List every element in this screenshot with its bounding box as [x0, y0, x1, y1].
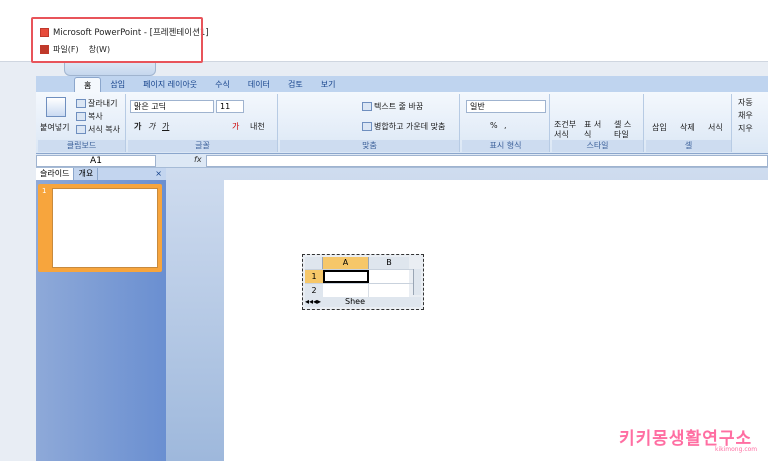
phonetic-button[interactable]: 내천 — [250, 121, 265, 132]
cells-label: 셀 — [646, 140, 731, 152]
embedded-excel-object[interactable]: A B 1 2 ◂◂◂▸ Shee — [302, 254, 424, 310]
cut-button[interactable]: 잘라내기 — [76, 98, 117, 109]
format-painter-button[interactable]: 서식 복사 — [76, 124, 120, 135]
comma-button[interactable]: , — [504, 121, 507, 130]
slide-canvas[interactable] — [224, 180, 768, 461]
wrap-text-button[interactable]: 텍스트 줄 바꿈 — [362, 101, 423, 112]
sheet-tab-bar: ◂◂◂▸ Shee — [305, 297, 421, 307]
ribbon-tabs: 홈 삽입 페이지 레이아웃 수식 데이터 검토 보기 — [36, 76, 768, 92]
vertical-scrollbar[interactable] — [413, 269, 421, 295]
group-font: 맑은 고딕 11 가 가 가 가 내천 글꼴 — [128, 94, 278, 152]
pane-tabs: 슬라이드 개요 × — [36, 168, 166, 180]
table-row: 2 — [305, 283, 421, 297]
highlight-box — [31, 17, 203, 63]
group-clipboard: 붙여넣기 잘라내기 복사 서식 복사 클립보드 — [38, 94, 126, 152]
brush-icon — [76, 125, 86, 134]
insert-cells-button[interactable]: 삽입 — [652, 122, 667, 133]
pane-close-icon[interactable]: × — [155, 168, 166, 180]
merge-icon — [362, 122, 372, 131]
formula-input[interactable] — [206, 155, 768, 167]
clear-button[interactable]: 지우 — [738, 122, 753, 135]
copy-icon — [76, 112, 86, 121]
thumbnail-canvas — [52, 188, 158, 268]
underline-button[interactable]: 가 — [162, 121, 169, 132]
editing-group: 자동 채우 지우 — [738, 96, 753, 135]
percent-button[interactable]: % — [490, 121, 498, 130]
row-2-header[interactable]: 2 — [305, 284, 323, 297]
scissors-icon — [76, 99, 86, 108]
autosum-button[interactable]: 자동 — [738, 96, 753, 109]
slide-thumbnail[interactable]: 1 — [38, 184, 162, 272]
ribbon: 붙여넣기 잘라내기 복사 서식 복사 클립보드 맑은 고딕 11 가 가 가 가… — [36, 92, 768, 154]
fx-icon[interactable]: fx — [194, 155, 202, 164]
font-label: 글꼴 — [128, 140, 277, 152]
select-all-corner[interactable] — [305, 257, 323, 269]
clipboard-label: 클립보드 — [38, 140, 125, 152]
tab-data[interactable]: 데이터 — [239, 77, 279, 92]
fill-button[interactable]: 채우 — [738, 109, 753, 122]
formula-bar: A1 fx — [36, 154, 768, 168]
styles-label: 스타일 — [552, 140, 643, 152]
slide-number: 1 — [42, 187, 47, 195]
row-1-header[interactable]: 1 — [305, 270, 323, 283]
group-styles: 조건부 서식 표 서식 셀 스타일 스타일 — [552, 94, 644, 152]
merge-center-button[interactable]: 병합하고 가운데 맞춤 — [362, 121, 445, 132]
tab-formulas[interactable]: 수식 — [206, 77, 239, 92]
number-format-combo[interactable]: 일반 — [466, 100, 546, 113]
tab-insert[interactable]: 삽입 — [101, 77, 134, 92]
number-label: 표시 형식 — [462, 140, 549, 152]
cell-a1[interactable] — [323, 270, 369, 283]
tab-page-layout[interactable]: 페이지 레이아웃 — [134, 77, 206, 92]
column-a-header[interactable]: A — [323, 257, 369, 269]
sheet-nav-icon[interactable]: ◂◂◂▸ — [305, 297, 343, 307]
tab-view[interactable]: 보기 — [312, 77, 345, 92]
paste-icon — [46, 97, 66, 117]
bold-button[interactable]: 가 — [134, 121, 141, 132]
alignment-label: 맞춤 — [280, 140, 459, 152]
column-header: A B — [305, 257, 421, 269]
group-alignment: 텍스트 줄 바꿈 병합하고 가운데 맞춤 맞춤 — [280, 94, 460, 152]
font-name-combo[interactable]: 맑은 고딕 — [130, 100, 214, 113]
group-number: 일반 % , 표시 형식 — [462, 94, 550, 152]
copy-button[interactable]: 복사 — [76, 111, 103, 122]
tab-outline[interactable]: 개요 — [74, 168, 99, 180]
cell-b2[interactable] — [369, 284, 409, 297]
cell-b1[interactable] — [369, 270, 409, 283]
slide-area — [166, 168, 768, 461]
tab-review[interactable]: 검토 — [279, 77, 312, 92]
delete-cells-button[interactable]: 삭제 — [680, 122, 695, 133]
quick-access-toolbar[interactable] — [64, 62, 156, 76]
table-row: 1 — [305, 269, 421, 283]
font-color-button[interactable]: 가 — [232, 121, 239, 132]
group-cells: 삽입 삭제 서식 셀 — [646, 94, 732, 152]
font-size-combo[interactable]: 11 — [216, 100, 244, 113]
slides-pane: 슬라이드 개요 × 1 — [36, 168, 166, 461]
conditional-format-button[interactable]: 조건부 서식 — [554, 120, 578, 140]
name-box[interactable]: A1 — [36, 155, 156, 167]
tab-home[interactable]: 홈 — [74, 77, 102, 92]
cell-a2[interactable] — [323, 284, 369, 297]
wrap-icon — [362, 102, 372, 111]
paste-button[interactable]: 붙여넣기 — [40, 122, 69, 133]
italic-button[interactable]: 가 — [148, 121, 155, 132]
format-cells-button[interactable]: 서식 — [708, 122, 723, 133]
cell-style-button[interactable]: 셀 스타일 — [614, 120, 638, 140]
tab-slides[interactable]: 슬라이드 — [36, 168, 75, 180]
table-format-button[interactable]: 표 서식 — [584, 120, 608, 140]
column-b-header[interactable]: B — [369, 257, 409, 269]
watermark-url: kikimong.com — [715, 446, 758, 453]
sheet-tab[interactable]: Shee — [345, 297, 365, 307]
